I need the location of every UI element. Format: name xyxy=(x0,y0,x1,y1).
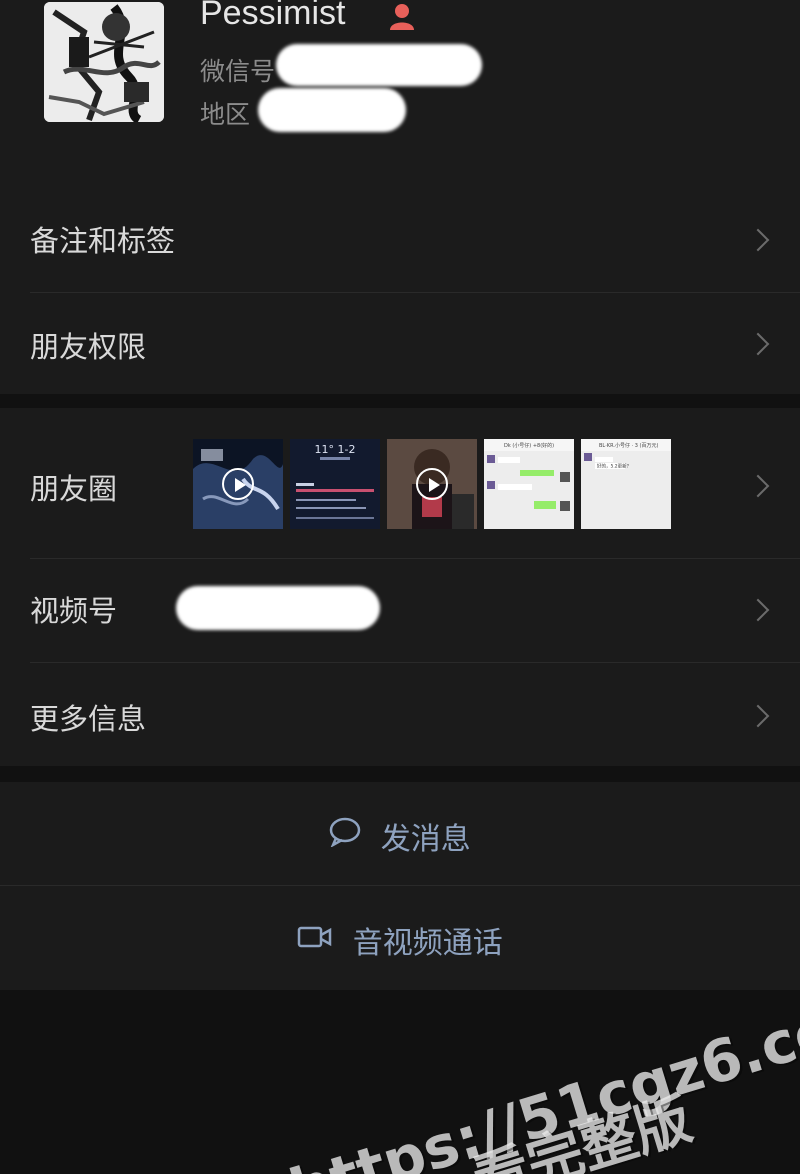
chevron-right-icon xyxy=(746,598,770,622)
play-icon xyxy=(416,468,448,500)
av-call-label: 音视频通话 xyxy=(352,926,503,961)
moments-thumb-image[interactable]: Dk (小号仔) +8(好的) xyxy=(484,439,574,529)
person-badge-icon xyxy=(388,2,416,36)
thumb-chat-name: Dk (小号仔) +8(好的) xyxy=(504,442,554,449)
send-message-label: 发消息 xyxy=(380,822,471,857)
remark-tags-row[interactable]: 备注和标签 xyxy=(0,190,800,292)
chevron-right-icon xyxy=(746,228,770,252)
divider xyxy=(0,885,800,886)
region-label: 地区 xyxy=(200,100,251,129)
thumb-time-text: 11° 1-2 xyxy=(315,443,356,456)
thumb-chat-name: BL·KR.小号仔 · 3 (百万元) xyxy=(599,442,658,449)
channels-label: 视频号 xyxy=(30,594,118,628)
profile-name: Pessimist xyxy=(200,0,346,32)
chevron-right-icon xyxy=(746,474,770,498)
more-info-label: 更多信息 xyxy=(30,702,147,736)
settings-section: 备注和标签 朋友权限 xyxy=(0,190,800,394)
channels-redaction xyxy=(176,586,380,630)
chevron-right-icon xyxy=(746,704,770,728)
moments-thumb-video[interactable] xyxy=(387,439,477,529)
wechat-id-label: 微信号 xyxy=(200,57,276,86)
av-call-button[interactable]: 音视频通话 xyxy=(0,918,800,962)
play-icon xyxy=(222,468,254,500)
profile-header: Pessimist 微信号 地区 xyxy=(0,0,800,190)
moments-thumb-image[interactable]: 11° 1-2 xyxy=(290,439,380,529)
moments-thumb-video[interactable] xyxy=(193,439,283,529)
more-info-row[interactable]: 更多信息 xyxy=(0,662,800,766)
video-camera-icon xyxy=(297,923,333,958)
thumb-chat-message: 好的，5.2更新？ xyxy=(597,463,631,470)
avatar[interactable] xyxy=(44,2,164,122)
friend-permissions-row[interactable]: 朋友权限 xyxy=(0,292,800,394)
friend-permissions-label: 朋友权限 xyxy=(30,330,147,364)
chevron-right-icon xyxy=(746,332,770,356)
moments-thumb-image[interactable]: BL·KR.小号仔 · 3 (百万元) 好的，5.2更新？ xyxy=(581,439,671,529)
moments-label: 朋友圈 xyxy=(30,472,118,506)
wechat-id-redaction xyxy=(276,44,482,86)
remark-tags-label: 备注和标签 xyxy=(30,224,176,258)
chat-bubble-icon xyxy=(329,817,361,855)
actions-section: 发消息 音视频通话 xyxy=(0,782,800,990)
channels-row[interactable]: 视频号 xyxy=(0,558,800,662)
avatar-image xyxy=(44,2,164,122)
region-redaction xyxy=(258,88,406,132)
send-message-button[interactable]: 发消息 xyxy=(0,814,800,858)
